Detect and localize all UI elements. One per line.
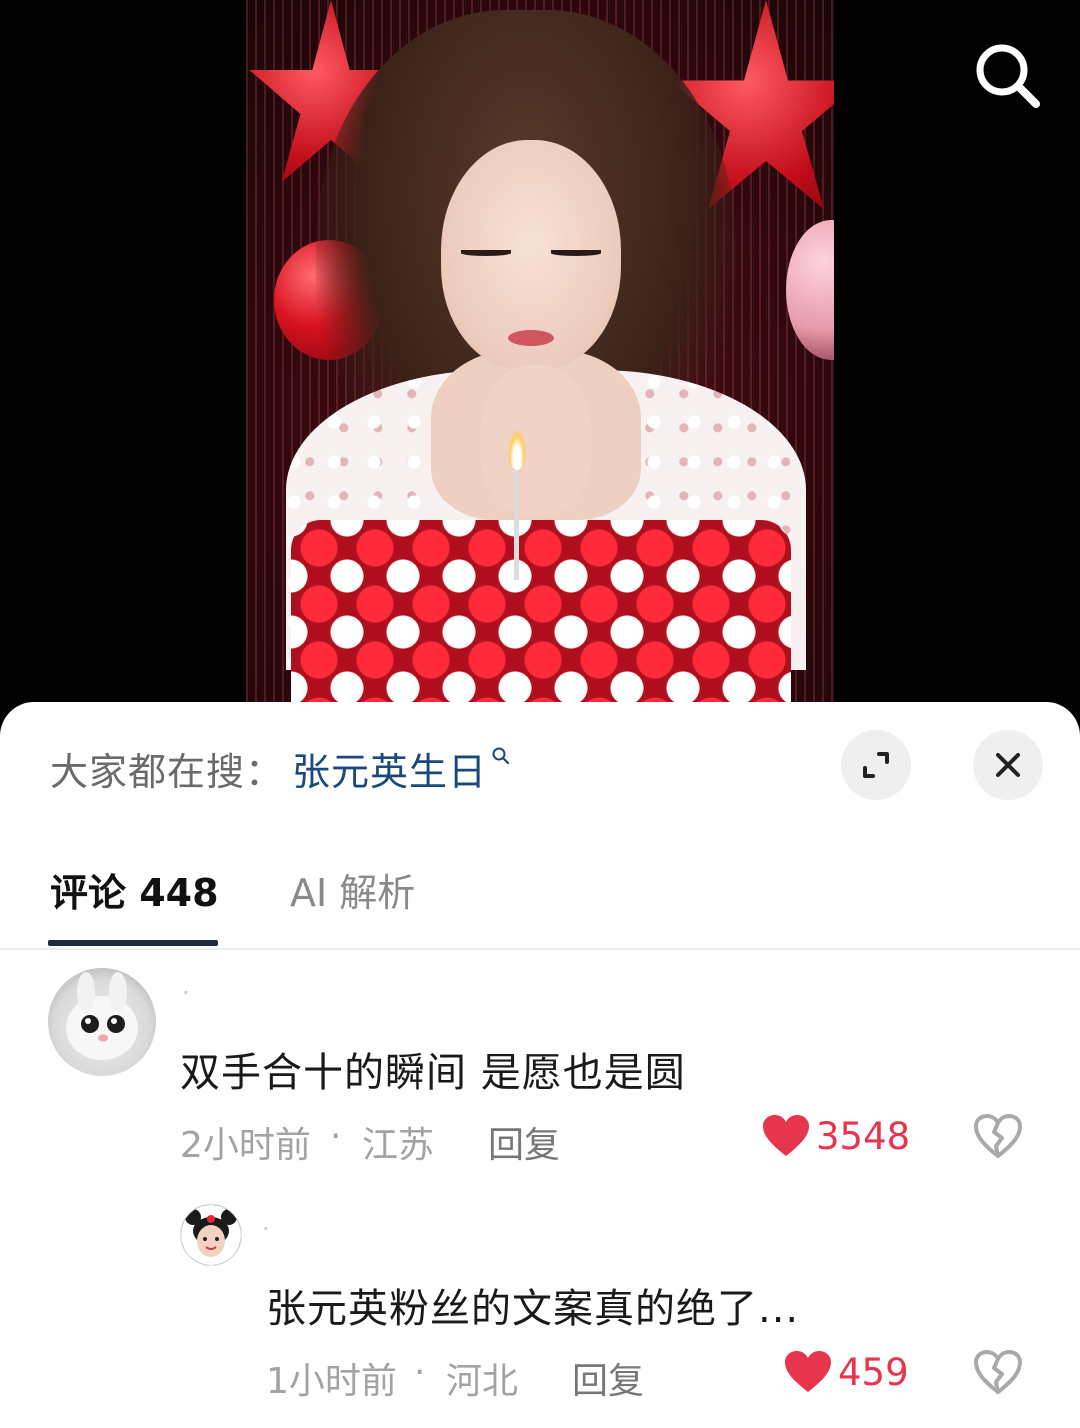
avatar[interactable] (180, 1204, 242, 1266)
closed-eye (551, 250, 601, 256)
username[interactable]: . (182, 972, 190, 1000)
comment-location: 江苏 (362, 1125, 435, 1166)
username[interactable]: . (262, 1208, 270, 1236)
trending-term[interactable]: 张元英生日 (292, 741, 487, 796)
dislike-button[interactable] (974, 1350, 1022, 1400)
candle-flame (508, 430, 526, 470)
like-count: 3548 (816, 1114, 911, 1158)
heart-filled-icon (763, 1115, 809, 1156)
expand-button[interactable] (841, 730, 911, 800)
avatar[interactable] (48, 968, 156, 1076)
bunny-avatar-icon (66, 972, 138, 1060)
reply-button[interactable]: 回复 (488, 1116, 560, 1168)
comment-text: 双手合十的瞬间 是愿也是圆 (180, 1050, 686, 1096)
small-search-icon (492, 747, 510, 765)
like-button[interactable]: 459 (784, 1350, 909, 1394)
strawberry-cake (291, 520, 791, 720)
like-button[interactable]: 3548 (762, 1114, 910, 1158)
search-icon (976, 44, 1040, 108)
video-player[interactable] (246, 0, 834, 720)
active-tab-indicator (48, 940, 218, 946)
dislike-button[interactable] (974, 1114, 1022, 1164)
trending-search[interactable]: 大家都在搜： 张元英生日 (50, 742, 511, 794)
reply-button[interactable]: 回复 (572, 1352, 644, 1404)
person-lips (508, 330, 554, 346)
closed-eye (461, 250, 511, 256)
comments-sheet: 大家都在搜： 张元英生日 评论 448 AI 解析 . 双手合十的瞬间 是愿也是… (0, 702, 1080, 1428)
girl-avatar-icon (181, 1205, 241, 1265)
like-count: 459 (838, 1350, 909, 1394)
tab-ai-analysis[interactable]: AI 解析 (290, 862, 415, 917)
separator-dot: · (414, 1352, 426, 1393)
expand-icon (863, 752, 889, 778)
comment-time: 2小时前 (180, 1125, 311, 1166)
broken-heart-icon (974, 1350, 1022, 1394)
clasped-hands (481, 365, 591, 515)
close-button[interactable] (973, 730, 1043, 800)
tab-comments[interactable]: 评论 448 (50, 862, 219, 917)
heart-filled-icon (785, 1351, 831, 1392)
candle (514, 470, 519, 580)
comment-tabs: 评论 448 AI 解析 (0, 842, 1080, 950)
trending-prefix: 大家都在搜： (50, 749, 285, 794)
close-icon (996, 753, 1020, 777)
separator-dot: · (330, 1116, 342, 1157)
comment-location: 河北 (446, 1361, 519, 1402)
search-button[interactable] (968, 36, 1048, 116)
broken-heart-icon (974, 1114, 1022, 1158)
comment-time: 1小时前 (266, 1361, 397, 1402)
comment-text: 张元英粉丝的文案真的绝了... (266, 1286, 800, 1332)
